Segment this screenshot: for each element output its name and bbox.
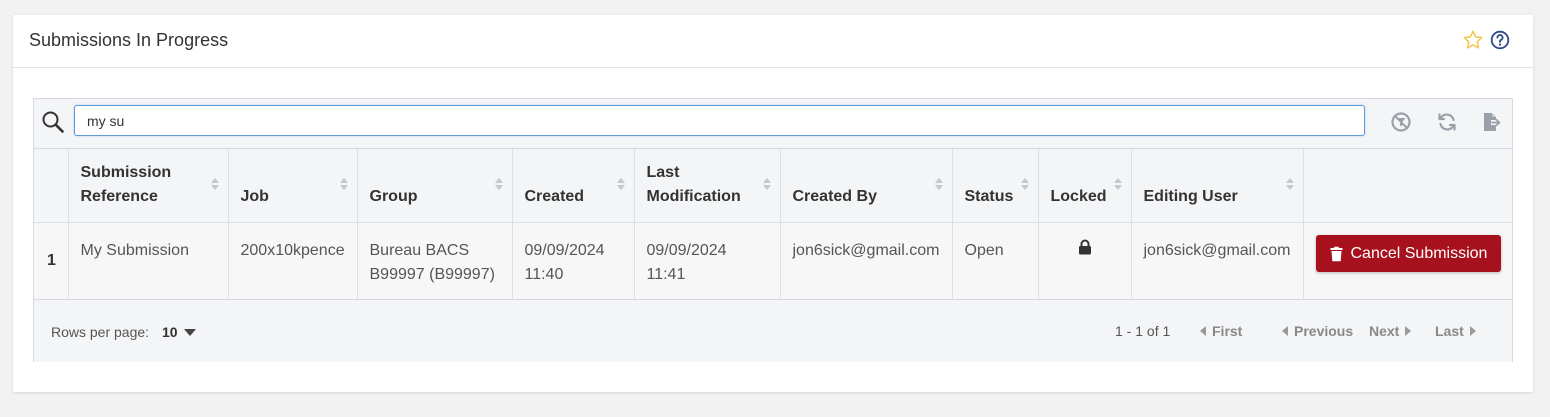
column-header-locked[interactable]: Locked	[1038, 149, 1132, 223]
cell-reference: My Submission	[68, 222, 229, 300]
chevron-left-icon	[1282, 326, 1288, 336]
cell-actions: Cancel Submission	[1303, 223, 1512, 300]
rows-per-page-select[interactable]: 10	[162, 324, 196, 340]
first-page-button[interactable]: First	[1200, 323, 1242, 339]
column-header-created[interactable]: Created	[512, 149, 635, 223]
grid-toolbar	[34, 99, 1512, 149]
pagination-range: 1 - 1 of 1	[1115, 323, 1171, 339]
column-header-group[interactable]: Group	[357, 149, 513, 223]
previous-page-button[interactable]: Previous	[1282, 323, 1353, 339]
row-number: 1	[34, 222, 69, 300]
column-header-status[interactable]: Status	[952, 149, 1039, 223]
column-header-actions	[1303, 149, 1512, 223]
sort-icon	[1113, 178, 1122, 190]
refresh-icon[interactable]	[1436, 111, 1458, 133]
page-title: Submissions In Progress	[29, 30, 229, 50]
table-row[interactable]: 1 My Submission 200x10kpence Bureau BACS…	[34, 222, 1512, 300]
chevron-right-icon	[1405, 326, 1412, 336]
cancel-submission-label: Cancel Submission	[1350, 244, 1488, 262]
search-input[interactable]	[74, 105, 1365, 136]
cell-status: Open	[952, 222, 1039, 300]
table-header-row: Submission Reference Job Group Created L…	[34, 149, 1512, 223]
help-icon[interactable]	[1490, 30, 1510, 50]
column-header-reference[interactable]: Submission Reference	[68, 149, 229, 223]
sort-icon	[494, 178, 503, 190]
column-header-rownum	[34, 149, 69, 223]
card-header: Submissions In Progress	[13, 15, 1533, 68]
sort-icon	[616, 178, 625, 190]
column-header-last-modification[interactable]: Last Modification	[634, 149, 781, 223]
chevron-left-icon	[1200, 326, 1206, 336]
submissions-grid: Submission Reference Job Group Created L…	[33, 98, 1513, 362]
cancel-submission-button[interactable]: Cancel Submission	[1315, 235, 1502, 272]
sort-icon	[1020, 178, 1029, 190]
cell-created-by: jon6sick@gmail.com	[780, 222, 953, 300]
rows-per-page-label: Rows per page:	[51, 324, 150, 340]
sort-icon	[339, 178, 348, 190]
sort-icon	[934, 178, 943, 190]
cell-last-modification: 09/09/2024 11:41	[634, 222, 781, 300]
export-icon[interactable]	[1480, 111, 1502, 133]
column-header-editing-user[interactable]: Editing User	[1131, 149, 1304, 223]
rows-per-page-value: 10	[162, 324, 178, 340]
lock-icon	[1078, 239, 1091, 255]
next-page-button[interactable]: Next	[1369, 323, 1412, 339]
trash-icon	[1330, 246, 1342, 261]
sort-icon	[210, 178, 219, 190]
sort-icon	[762, 178, 771, 190]
chevron-down-icon	[183, 328, 196, 336]
cell-locked	[1038, 222, 1132, 300]
sort-icon	[1285, 178, 1294, 190]
submissions-table: Submission Reference Job Group Created L…	[34, 149, 1512, 300]
cell-created: 09/09/2024 11:40	[512, 222, 635, 300]
cell-editing-user: jon6sick@gmail.com	[1131, 222, 1304, 300]
chevron-right-icon	[1469, 326, 1476, 336]
cell-group: Bureau BACS B99997 (B99997)	[357, 222, 513, 300]
clear-filter-icon[interactable]	[1390, 111, 1412, 133]
star-icon[interactable]	[1462, 29, 1484, 51]
column-header-job[interactable]: Job	[228, 149, 358, 223]
grid-footer: Rows per page: 10 1 - 1 of 1 First Previ…	[34, 300, 1512, 362]
column-header-created-by[interactable]: Created By	[780, 149, 953, 223]
submissions-card: Submissions In Progress my su Submission…	[13, 15, 1533, 392]
last-page-button[interactable]: Last	[1435, 323, 1476, 339]
search-icon	[42, 111, 64, 133]
cell-job: 200x10kpence	[228, 222, 358, 300]
